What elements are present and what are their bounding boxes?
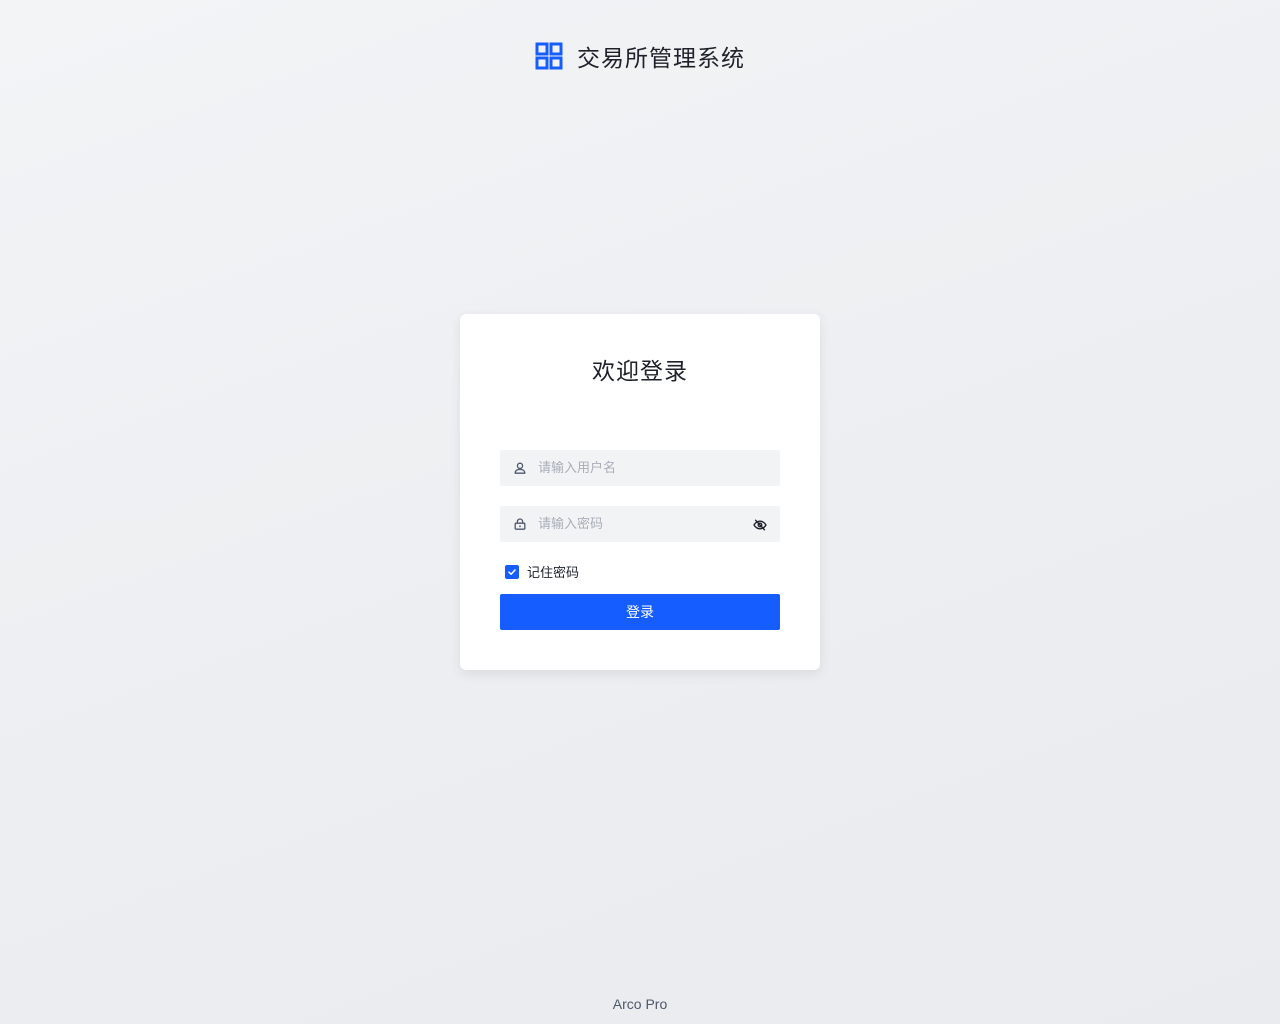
login-title: 欢迎登录 [592,359,688,385]
user-icon [513,461,527,475]
username-field[interactable] [500,450,780,486]
checkbox-checked-icon[interactable] [505,564,519,579]
app-title: 交易所管理系统 [577,46,745,72]
eye-invisible-icon[interactable] [753,517,767,531]
grid-icon [535,42,563,70]
remember-password-label[interactable]: 记住密码 [527,562,579,581]
password-field[interactable] [500,506,780,542]
lock-icon [513,517,527,531]
password-input[interactable] [538,514,738,534]
username-input[interactable] [538,458,738,478]
login-button[interactable]: 登录 [500,594,780,630]
footer-text: Arco Pro [612,996,668,1012]
app-header: 交易所管理系统 [0,38,1280,74]
remember-password-checkbox[interactable]: 记住密码 [505,562,579,581]
login-card: 欢迎登录 请输入用户名 记住密码 登录 [460,314,820,670]
